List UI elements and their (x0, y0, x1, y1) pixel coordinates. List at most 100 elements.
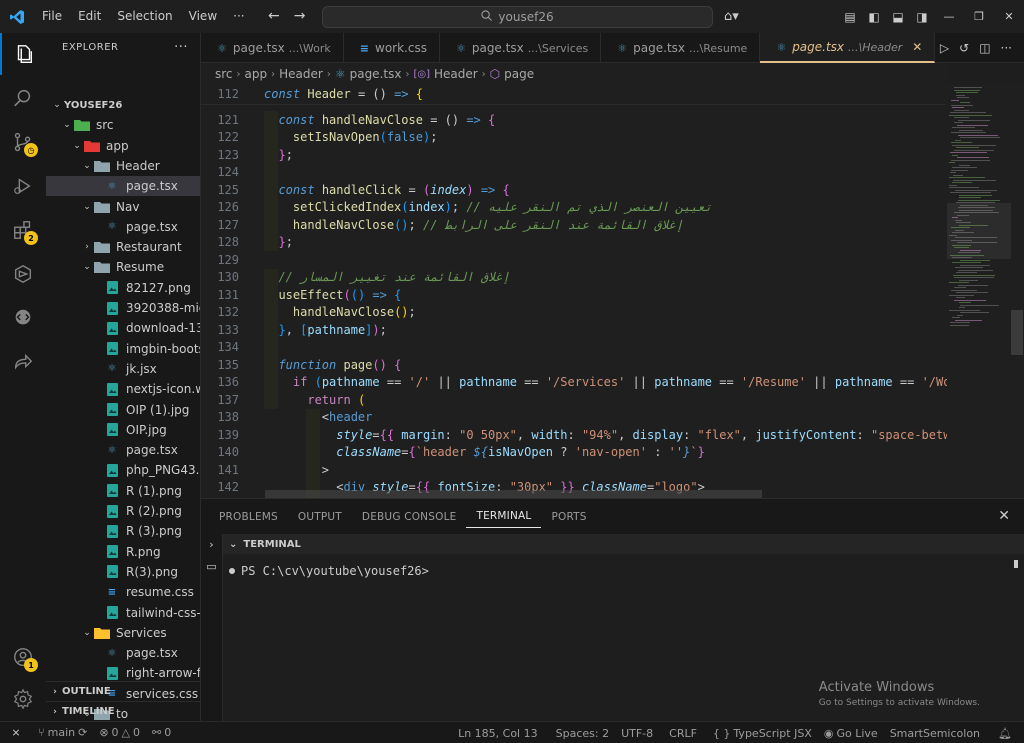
panel-tab-debug-console[interactable]: DEBUG CONSOLE (352, 500, 467, 534)
tree-file[interactable]: ⚛ page.tsx (46, 217, 200, 237)
extensions-icon[interactable]: 2 (0, 209, 46, 251)
breadcrumb-header[interactable]: Header (279, 67, 323, 81)
menu-selection[interactable]: Selection (109, 0, 180, 33)
tree-file[interactable]: php_PNG43.p... (46, 460, 200, 480)
terminal-chat-icon[interactable]: ▭ (201, 560, 222, 578)
tree-file[interactable]: R.png (46, 542, 200, 562)
code-editor[interactable]: 112 const Header = () => { 121 const handl… (201, 85, 1023, 498)
close-window-icon[interactable]: ✕ (994, 10, 1024, 23)
code-line[interactable]: 127 handleNavClose(); // إغلاق القائمة ع… (201, 216, 946, 234)
code-line[interactable]: 139 style={{ margin: "0 50px", width: "9… (201, 426, 957, 444)
code-line[interactable]: 130 // إغلاق القائمة عند تغيير المسار (201, 269, 946, 287)
tab-work-css-1[interactable]: ≡ work.css (344, 33, 440, 63)
tree-file[interactable]: download-13.... (46, 318, 200, 338)
menu-more[interactable]: ··· (225, 0, 252, 33)
code-line[interactable]: 129 (201, 251, 946, 269)
panel-tab-output[interactable]: OUTPUT (288, 500, 352, 534)
run-debug-icon[interactable] (0, 165, 46, 207)
editor-horizontal-scrollbar[interactable] (265, 490, 762, 498)
minimap[interactable] (947, 85, 1011, 498)
customize-layout-icon[interactable]: ▤ (838, 10, 862, 24)
tree-file[interactable]: OIP (1).jpg (46, 400, 200, 420)
forward-arrow-icon[interactable]: → (294, 0, 306, 33)
code-line[interactable]: 132 handleNavClose(); (201, 304, 946, 322)
workspace-root[interactable]: ⌄ YOUSEF26 (46, 95, 200, 115)
toggle-panel-icon[interactable]: ⬓ (886, 10, 910, 24)
toggle-secondary-sidebar-icon[interactable]: ◨ (910, 10, 934, 24)
tree-folder[interactable]: ⌄ Nav (46, 197, 200, 217)
code-line[interactable]: 133 }, [pathname]); (201, 321, 946, 339)
tree-file[interactable]: R (2).png (46, 501, 200, 521)
language-mode[interactable]: { } TypeScript JSX (707, 727, 818, 740)
code-line[interactable]: 141 > (201, 461, 946, 479)
code-line[interactable]: 121 const handleNavClose = () => { (201, 111, 946, 129)
tree-file[interactable]: 82127.png (46, 278, 200, 298)
branch-indicator[interactable]: ⑂ main ⟳ (32, 726, 93, 739)
split-editor-icon[interactable]: ◫ (979, 41, 990, 55)
code-line[interactable]: 140 className={`header ${isNavOpen ? 'na… (201, 444, 946, 462)
explorer-icon[interactable] (0, 33, 46, 75)
terminal-output[interactable]: PS C:\cv\youtube\yousef26> Activate Wind… (223, 554, 1024, 722)
tree-file[interactable]: OIP.jpg (46, 420, 200, 440)
code-line[interactable]: 126 setClickedIndex(index); // تعيين الع… (201, 199, 946, 217)
tree-file[interactable]: R (3).png (46, 521, 200, 541)
panel-tab-ports[interactable]: PORTS (541, 500, 596, 534)
breadcrumb-symbol-header[interactable]: Header (434, 67, 478, 81)
encoding[interactable]: UTF-8 (615, 727, 659, 740)
search-view-icon[interactable] (0, 77, 46, 119)
tree-file[interactable]: 3920388-mid... (46, 298, 200, 318)
panel-tab-terminal[interactable]: TERMINAL (466, 505, 542, 528)
tree-folder[interactable]: ⌄ src (46, 115, 200, 135)
tree-file[interactable]: R (1).png (46, 481, 200, 501)
remote-indicator-icon[interactable]: ⨯ (0, 721, 32, 743)
tree-file[interactable]: ⚛ page.tsx (46, 643, 200, 663)
notifications-bell-icon[interactable]: 🔔︎ (992, 727, 1018, 740)
terminal-header[interactable]: ⌄ TERMINAL (223, 534, 1024, 554)
tree-folder[interactable]: ⌄ Services (46, 623, 200, 643)
code-line[interactable]: 137 return ( (201, 391, 946, 409)
code-line[interactable]: 138 <header (201, 409, 946, 427)
cursor-position[interactable]: Ln 185, Col 13 (452, 727, 544, 740)
tab-page-tsx-4[interactable]: ⚛ page.tsx ...\Header ✕ (760, 33, 936, 63)
menu-file[interactable]: File (34, 0, 70, 33)
problems-indicator[interactable]: ⊗ 0 △ 0 (93, 726, 146, 739)
code-line[interactable]: 131 useEffect(() => { (201, 286, 946, 304)
tree-file[interactable]: imgbin-boots... (46, 339, 200, 359)
accounts-icon[interactable]: 1 (0, 636, 46, 678)
code-line[interactable]: 124 (201, 164, 946, 182)
terminal-expand-icon[interactable]: › (201, 538, 222, 556)
breadcrumb-symbol-page[interactable]: page (504, 67, 534, 81)
editor-scrollbar[interactable] (1011, 310, 1023, 355)
history-icon[interactable]: ↺ (959, 41, 969, 55)
explorer-more-icon[interactable]: ··· (174, 40, 188, 55)
run-icon[interactable]: ▷ (940, 41, 949, 55)
code-line[interactable]: 136 if (pathname == '/' || pathname == '… (201, 374, 957, 392)
tree-file[interactable]: tailwind-css-i... (46, 603, 200, 623)
ports-indicator[interactable]: ⚯ 0 (146, 726, 177, 739)
code-line[interactable]: 125 const handleClick = (index) => { (201, 181, 946, 199)
code-line[interactable]: 128 }; (201, 234, 946, 252)
go-live-button[interactable]: ◉ Go Live (818, 727, 884, 740)
command-center-search[interactable]: yousef26 (322, 6, 713, 28)
tree-folder[interactable]: ⌄ app (46, 136, 200, 156)
share-icon[interactable] (0, 341, 46, 383)
remote-explorer-icon[interactable] (0, 253, 46, 295)
code-line[interactable]: 123 }; (201, 146, 946, 164)
code-line[interactable]: 135 function page() { (201, 356, 946, 374)
panel-tab-problems[interactable]: PROBLEMS (209, 500, 288, 534)
timeline-section[interactable]: › TIMELINE (46, 701, 200, 721)
tree-file[interactable]: ⚛ page.tsx (46, 176, 200, 197)
breadcrumb-app[interactable]: app (245, 67, 268, 81)
tree-file[interactable]: nextjs-icon.w... (46, 379, 200, 399)
more-actions-icon[interactable]: ··· (1001, 41, 1012, 55)
tree-file[interactable]: ⚛ jk.jsx (46, 359, 200, 379)
indentation[interactable]: Spaces: 2 (550, 727, 615, 740)
source-control-icon[interactable]: ◷ (0, 121, 46, 163)
terminal-scrollbar[interactable] (1014, 560, 1018, 568)
minimize-icon[interactable]: — (934, 10, 964, 23)
settings-gear-icon[interactable] (0, 678, 46, 720)
close-tab-icon[interactable]: ✕ (912, 40, 922, 54)
line-ending[interactable]: CRLF (663, 727, 703, 740)
toggle-primary-sidebar-icon[interactable]: ◧ (862, 10, 886, 24)
code-line[interactable]: 112 const Header = () => { (201, 85, 946, 103)
